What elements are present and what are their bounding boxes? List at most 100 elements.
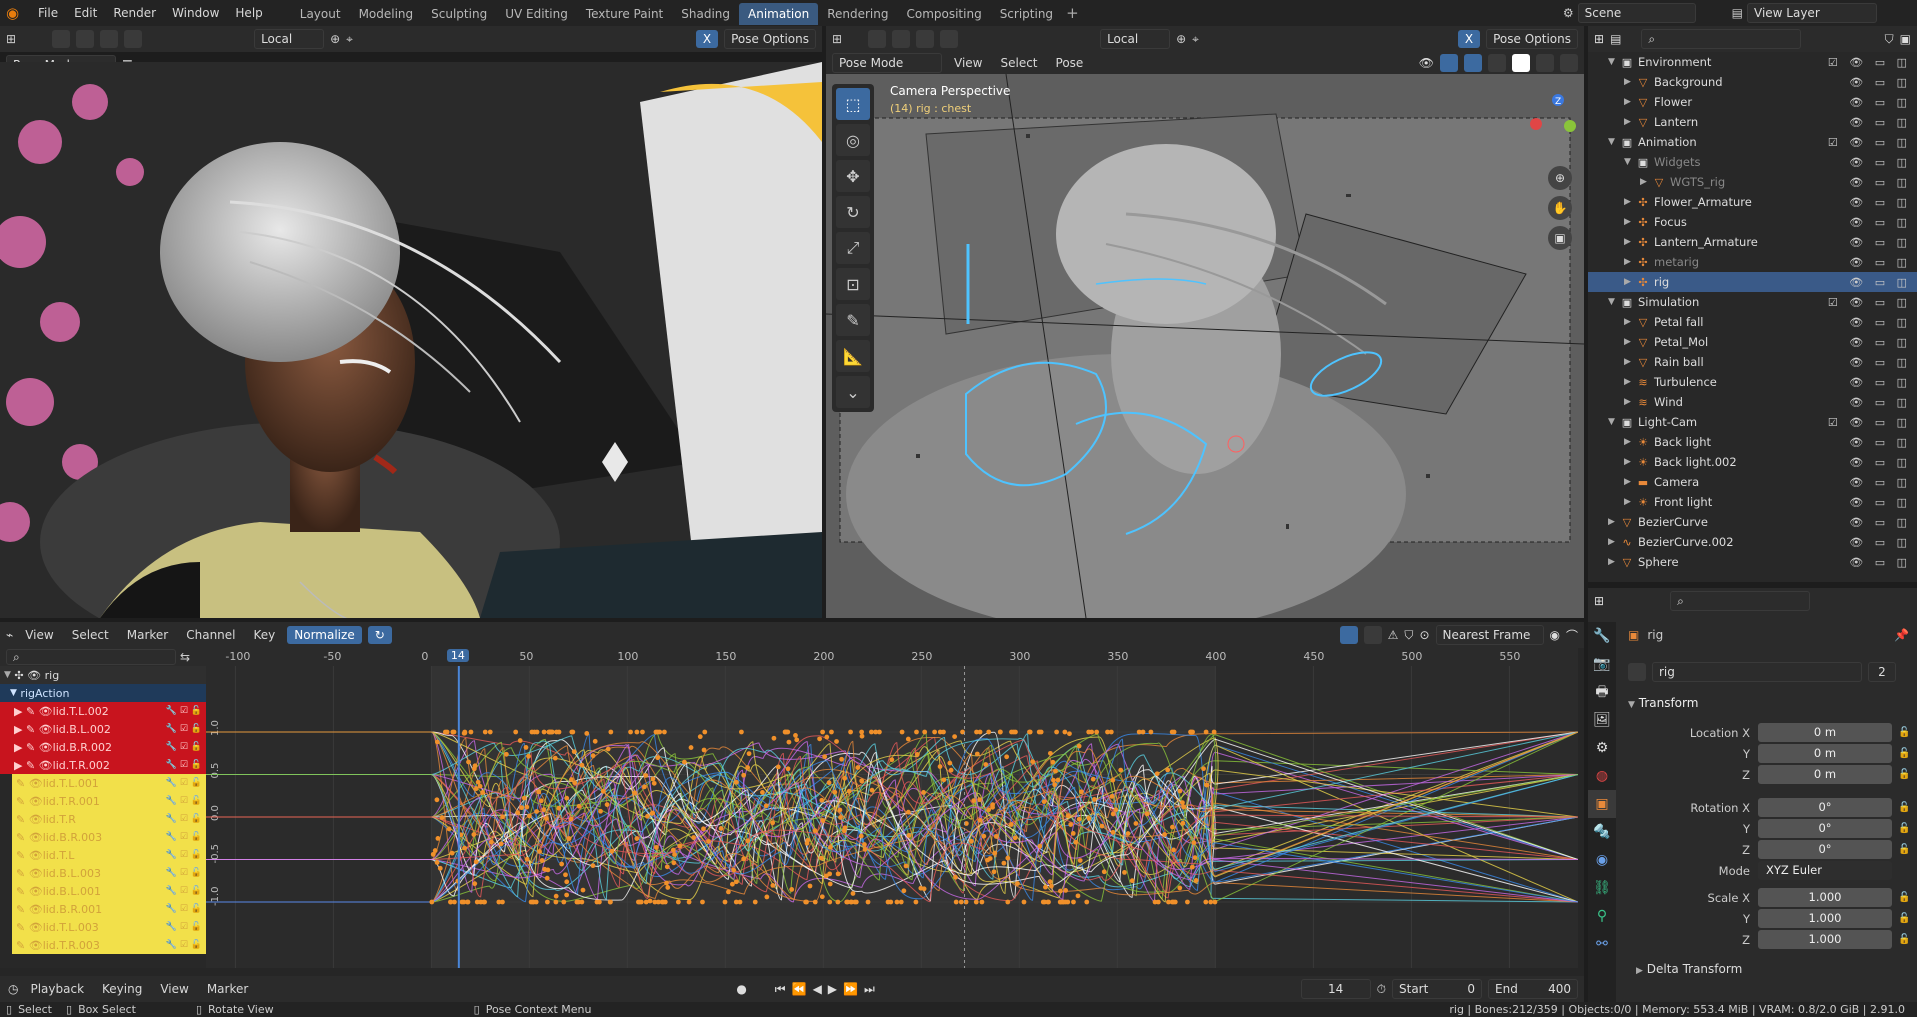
add-workspace-icon[interactable]: + bbox=[1066, 4, 1079, 22]
overlay-icon[interactable] bbox=[1464, 54, 1482, 72]
snap-icon[interactable]: ⌖ bbox=[1192, 32, 1199, 47]
display-mode-icon[interactable]: ▤ bbox=[1610, 32, 1621, 46]
pose-tool-icon[interactable]: ⌄ bbox=[836, 376, 870, 408]
channel-toggle-icons[interactable]: ✎ 👁 bbox=[16, 939, 43, 952]
outliner-row[interactable]: ▶ ▬ Camera 👁 ▭ ◫ bbox=[1588, 472, 1917, 492]
outliner-row[interactable]: ▼ ▣ Simulation ☑ 👁 ▭ ◫ bbox=[1588, 292, 1917, 312]
channel-lock-icons[interactable]: 🔧 ☑ 🔓 bbox=[166, 832, 202, 842]
editor-type-icon[interactable]: ⊞ bbox=[1594, 594, 1604, 608]
channel-lock-icons[interactable]: 🔧 ☑ 🔓 bbox=[166, 778, 202, 788]
menu-help[interactable]: Help bbox=[227, 0, 270, 26]
select-mode-icon[interactable] bbox=[868, 30, 887, 48]
expand-icon[interactable]: ▶ bbox=[1624, 397, 1636, 407]
annotate-tool-icon[interactable]: ✎ bbox=[836, 304, 870, 336]
pivot-icon[interactable]: ⊕ bbox=[330, 32, 340, 46]
play-reverse-icon[interactable]: ◀ bbox=[813, 982, 822, 996]
visibility-toggles[interactable]: ☑ 👁 ▭ ◫ bbox=[1828, 296, 1911, 309]
datablock-name-field[interactable]: rig bbox=[1652, 662, 1862, 682]
rotation-field[interactable]: 0° bbox=[1758, 819, 1892, 838]
expand-icon[interactable]: ▶ bbox=[1624, 117, 1636, 127]
menu-view[interactable]: View bbox=[948, 52, 988, 74]
bone-tab-icon[interactable]: ⚯ bbox=[1588, 930, 1616, 958]
scale-field[interactable]: 1.000 bbox=[1758, 909, 1892, 928]
expand-icon[interactable]: ▶ bbox=[1608, 557, 1620, 567]
gizmo-icon[interactable] bbox=[1440, 54, 1458, 72]
outliner-row[interactable]: ▶ ✣ Lantern_Armature 👁 ▭ ◫ bbox=[1588, 232, 1917, 252]
location-field[interactable]: 0 m bbox=[1758, 723, 1892, 742]
channel-toggle-icons[interactable]: ✎ 👁 bbox=[16, 885, 43, 898]
select-subtract-icon[interactable] bbox=[100, 30, 119, 48]
users-count[interactable]: 2 bbox=[1868, 662, 1896, 682]
select-subtract-icon[interactable] bbox=[916, 30, 935, 48]
expand-icon[interactable]: ▼ bbox=[1608, 417, 1620, 427]
data-tab-icon[interactable]: ⚲ bbox=[1588, 902, 1616, 930]
expand-icon[interactable]: ▶ bbox=[1624, 217, 1636, 227]
menu-channel[interactable]: Channel bbox=[180, 622, 241, 648]
only-selected-icon[interactable] bbox=[1339, 626, 1358, 644]
outliner-row[interactable]: ▶ ▽ Sphere 👁 ▭ ◫ bbox=[1588, 552, 1917, 572]
expand-icon[interactable]: ▶ bbox=[1624, 197, 1636, 207]
menu-view[interactable]: View bbox=[19, 622, 59, 648]
visibility-toggles[interactable]: 👁 ▭ ◫ bbox=[1849, 196, 1911, 209]
modifier-tab-icon[interactable]: 🔩 bbox=[1588, 818, 1616, 846]
outliner-row[interactable]: ▼ ▣ Light-Cam ☑ 👁 ▭ ◫ bbox=[1588, 412, 1917, 432]
menu-marker[interactable]: Marker bbox=[201, 976, 254, 1002]
expand-icon[interactable]: ▶ bbox=[1624, 317, 1636, 327]
channel-toggle-icons[interactable]: ✎ 👁 bbox=[16, 867, 43, 880]
select-mode-icon[interactable] bbox=[52, 30, 71, 48]
visibility-toggles[interactable]: ☑ 👁 ▭ ◫ bbox=[1828, 136, 1911, 149]
cursor-tool-icon[interactable]: ◎ bbox=[836, 124, 870, 156]
expand-icon[interactable]: ▶ bbox=[1624, 497, 1636, 507]
tab-scripting[interactable]: Scripting bbox=[991, 3, 1062, 25]
editor-type-icon[interactable]: ⊞ bbox=[832, 32, 842, 46]
channel-root[interactable]: ▼ ✣ 👁 rig bbox=[0, 666, 206, 684]
visibility-toggles[interactable]: 👁 ▭ ◫ bbox=[1849, 316, 1911, 329]
zoom-icon[interactable]: ⊕ bbox=[1548, 166, 1572, 190]
select-extend-icon[interactable] bbox=[892, 30, 911, 48]
visibility-toggles[interactable]: 👁 ▭ ◫ bbox=[1849, 516, 1911, 529]
visibility-toggles[interactable]: 👁 ▭ ◫ bbox=[1849, 456, 1911, 469]
outliner-row[interactable]: ▶ ✣ rig 👁 ▭ ◫ bbox=[1588, 272, 1917, 292]
camera-view-icon[interactable]: ▣ bbox=[1548, 226, 1572, 250]
visibility-toggles[interactable]: ☑ 👁 ▭ ◫ bbox=[1828, 416, 1911, 429]
frame-ruler[interactable]: -100 -50 0 50 100 150 200 250 300 350 400 450 500 550… bbox=[206, 648, 1578, 666]
xray-icon[interactable] bbox=[1488, 54, 1506, 72]
jump-start-icon[interactable]: ⏮ bbox=[775, 982, 786, 997]
scene-tab-icon[interactable]: ⚙ bbox=[1588, 734, 1616, 762]
pan-hand-icon[interactable]: ✋ bbox=[1548, 196, 1572, 220]
tab-animation[interactable]: Animation bbox=[739, 3, 819, 25]
tool-tab-icon[interactable]: 🔧 bbox=[1588, 622, 1616, 650]
expand-icon[interactable]: ▶ bbox=[1624, 357, 1636, 367]
view-layer-field[interactable]: View Layer bbox=[1747, 3, 1877, 23]
visibility-toggles[interactable]: 👁 ▭ ◫ bbox=[1849, 356, 1911, 369]
channel-group[interactable]: ✎ 👁 lid.T.L.003 🔧 ☑ 🔓 bbox=[12, 918, 206, 936]
viewport-solid[interactable]: Camera Perspective (14) rig : chest Z ⊕ … bbox=[826, 74, 1584, 618]
transform-orientation-dropdown[interactable]: Local bbox=[254, 29, 325, 49]
visibility-toggles[interactable]: 👁 ▭ ◫ bbox=[1849, 536, 1911, 549]
transform-panel-header[interactable]: ▼ Transform bbox=[1628, 696, 1698, 710]
properties-search[interactable]: ⌕ bbox=[1670, 591, 1811, 611]
shading-material-icon[interactable] bbox=[1536, 54, 1554, 72]
visibility-toggles[interactable]: 👁 ▭ ◫ bbox=[1849, 436, 1911, 449]
curve-plot[interactable]: 1.0 0.5 0.0 -0.5 -1.0 bbox=[206, 666, 1578, 968]
visibility-toggles[interactable]: 👁 ▭ ◫ bbox=[1849, 256, 1911, 269]
channel-toggle-icons[interactable]: ▶ ✎ 👁 bbox=[14, 759, 53, 772]
current-frame-field[interactable]: 14 bbox=[1300, 979, 1371, 999]
channel-lock-icons[interactable]: 🔧 ☑ 🔓 bbox=[166, 940, 202, 950]
pin-icon[interactable]: 📌 bbox=[1894, 628, 1909, 642]
expand-icon[interactable]: ▶ bbox=[1608, 517, 1620, 527]
scale-field[interactable]: 1.000 bbox=[1758, 888, 1892, 907]
visibility-toggles[interactable]: 👁 ▭ ◫ bbox=[1849, 556, 1911, 569]
expand-icon[interactable]: ▼ bbox=[1624, 157, 1636, 167]
show-hidden-icon[interactable] bbox=[1363, 626, 1382, 644]
outliner-row[interactable]: ▶ ≋ Wind 👁 ▭ ◫ bbox=[1588, 392, 1917, 412]
channel-group[interactable]: ▶ ✎ 👁 lid.T.L.002 🔧 ☑ 🔓 bbox=[0, 702, 206, 720]
channel-toggle-icons[interactable]: ✎ 👁 bbox=[16, 813, 43, 826]
outliner-row[interactable]: ▼ ▣ Widgets 👁 ▭ ◫ bbox=[1588, 152, 1917, 172]
channel-toggle-icons[interactable]: ▶ ✎ 👁 bbox=[14, 741, 53, 754]
channel-lock-icons[interactable]: 🔧 ☑ 🔓 bbox=[166, 886, 202, 896]
visibility-toggles[interactable]: 👁 ▭ ◫ bbox=[1849, 336, 1911, 349]
visibility-toggles[interactable]: 👁 ▭ ◫ bbox=[1849, 156, 1911, 169]
tab-modeling[interactable]: Modeling bbox=[350, 3, 423, 25]
filter-icon[interactable]: ⛉ bbox=[1404, 628, 1413, 643]
